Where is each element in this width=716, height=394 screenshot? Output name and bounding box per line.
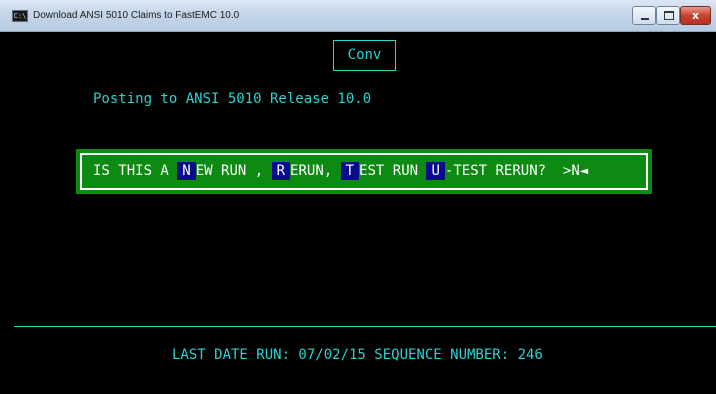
prompt-rerun-text: ERUN, xyxy=(290,163,341,179)
prompt-test-run-text: EST RUN xyxy=(359,163,427,179)
maximize-icon xyxy=(664,11,674,20)
console-area[interactable]: Conv Posting to ANSI 5010 Release 10.0 I… xyxy=(0,33,716,394)
hotkey-test-run[interactable]: T xyxy=(340,162,360,180)
hotkey-u-test-rerun[interactable]: U xyxy=(426,162,445,180)
prompt-new-run-text: EW RUN , xyxy=(195,163,272,179)
posting-heading: Posting to ANSI 5010 Release 10.0 xyxy=(93,91,372,107)
hotkey-rerun[interactable]: R xyxy=(271,162,291,180)
minimize-icon xyxy=(641,18,649,20)
close-button[interactable]: x xyxy=(680,6,711,25)
prompt-prefix: IS THIS A xyxy=(93,163,178,179)
run-type-prompt: IS THIS A N EW RUN , R ERUN, T EST RUN U -TE… xyxy=(76,149,652,194)
run-type-prompt-box: IS THIS A N EW RUN , R ERUN, T EST RUN U -TE… xyxy=(80,153,648,190)
minimize-button[interactable] xyxy=(632,6,656,25)
maximize-button[interactable] xyxy=(656,6,680,25)
close-icon: x xyxy=(691,9,700,22)
window-titlebar[interactable]: C:\ Download ANSI 5010 Claims to FastEMC… xyxy=(0,0,716,32)
last-run-status: LAST DATE RUN: 07/02/15 SEQUENCE NUMBER:… xyxy=(172,347,543,363)
console-app-icon[interactable]: C:\ xyxy=(12,10,28,22)
prompt-u-test-rerun-text[interactable]: -TEST RERUN? >N◄ xyxy=(445,163,588,179)
status-divider xyxy=(14,326,716,327)
window-title: Download ANSI 5010 Claims to FastEMC 10.… xyxy=(33,10,240,21)
hotkey-new-run[interactable]: N xyxy=(177,162,196,180)
conv-mode-label: Conv xyxy=(333,40,396,71)
